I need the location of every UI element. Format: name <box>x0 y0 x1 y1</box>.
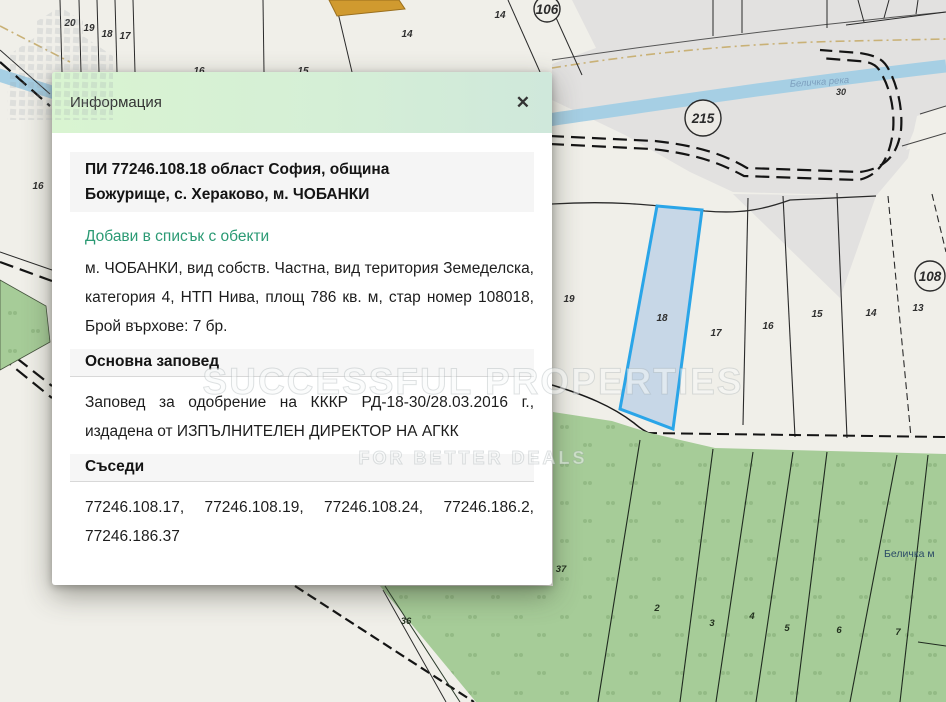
main-order-text: Заповед за одобрение на КККР РД-18-30/28… <box>85 388 534 446</box>
parcel-details-text: м. ЧОБАНКИ, вид собств. Частна, вид тери… <box>85 254 534 341</box>
parcel-label: 14 <box>401 29 413 40</box>
parcel-label: 14 <box>865 308 877 319</box>
parcel-label: 19 <box>83 23 95 34</box>
popup-header: Информация ✕ <box>52 72 552 133</box>
parcel-label: 17 <box>710 328 722 339</box>
parcel-label: 37 <box>556 564 567 575</box>
parcel-label: 19 <box>563 294 575 305</box>
parcel-label-selected: 18 <box>656 313 668 324</box>
river-number-label: 30 <box>836 87 846 97</box>
section-title-main-order: Основна заповед <box>70 349 534 377</box>
parcel-label: 7 <box>895 627 901 638</box>
parcel-label: 16 <box>762 321 774 332</box>
parcel-label: 3 <box>709 618 715 629</box>
parcel-label: 15 <box>811 309 823 320</box>
section-title-neighbors: Съседи <box>70 454 534 482</box>
parcel-label: 20 <box>63 18 76 29</box>
locality-label: Беличка м <box>884 548 935 560</box>
parcel-label: 13 <box>912 303 924 314</box>
parcel-label: 14 <box>494 10 506 21</box>
cadastral-map-app: 106 215 108 20 19 18 17 14 14 16 15 16 1… <box>0 0 946 702</box>
circle-label-215: 215 <box>691 111 715 126</box>
parcel-label: 36 <box>401 616 412 627</box>
popup-title: Информация <box>70 94 162 111</box>
parcel-header: ПИ 77246.108.18 област София, община Бож… <box>70 152 534 212</box>
parcel-label: 2 <box>653 603 660 614</box>
info-popup: Информация ✕ ПИ 77246.108.18 област Софи… <box>52 72 552 585</box>
parcel-label: 5 <box>784 623 790 634</box>
parcel-label: 6 <box>836 625 842 636</box>
parcel-label: 16 <box>32 181 44 192</box>
parcel-label: 4 <box>748 611 755 622</box>
circle-label-108: 108 <box>919 269 942 284</box>
close-icon[interactable]: ✕ <box>510 90 536 115</box>
neighbors-text: 77246.108.17, 77246.108.19, 77246.108.24… <box>85 493 534 551</box>
parcel-label: 17 <box>119 31 131 42</box>
popup-body: ПИ 77246.108.18 област София, община Бож… <box>52 133 552 551</box>
add-to-list-link[interactable]: Добави в списък с обекти <box>85 228 269 246</box>
circle-label-106: 106 <box>536 2 559 17</box>
parcel-label: 18 <box>101 29 113 40</box>
